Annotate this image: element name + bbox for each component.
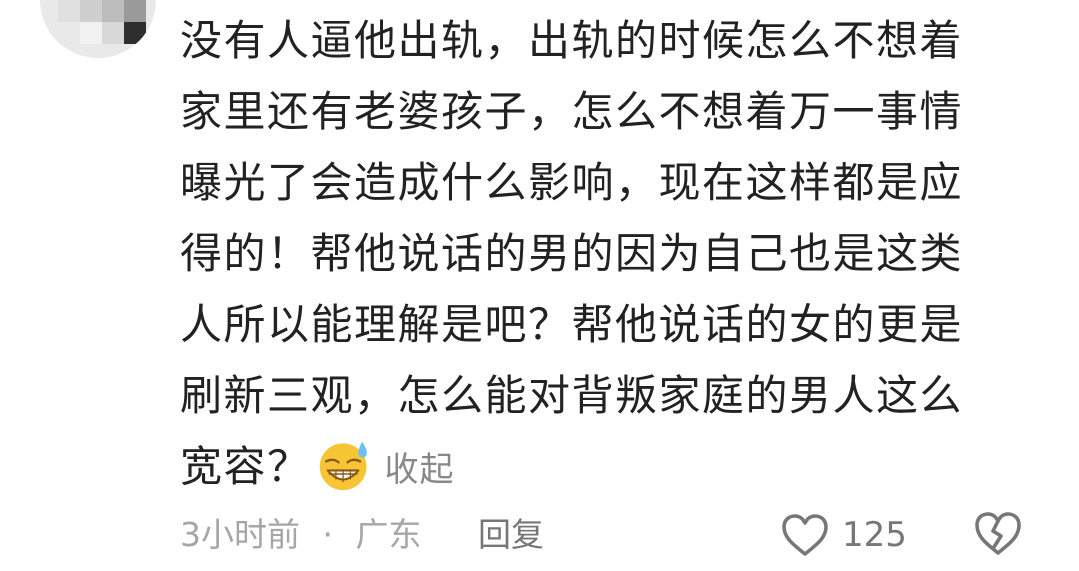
comment-line: 曝光了会造成什么影响，现在这样都是应 <box>180 158 964 207</box>
dislike-button[interactable] <box>973 509 1023 559</box>
avatar-pixel <box>80 22 102 44</box>
avatar-pixel <box>124 22 146 44</box>
comment-last-line: 宽容？ 收起 <box>180 431 1040 502</box>
location: 广东 <box>355 515 422 554</box>
collapse-button[interactable]: 收起 <box>385 450 455 490</box>
avatar-pixel <box>58 0 80 22</box>
avatar[interactable] <box>40 0 156 58</box>
avatar-pixel <box>80 0 102 22</box>
comment-meta: 3小时前 · 广东 回复 <box>180 512 544 558</box>
avatar-pixel <box>102 22 124 44</box>
comment-line: 宽容？ <box>180 442 311 491</box>
like-count: 125 <box>842 515 907 555</box>
comment-body: 没有人逼他出轨，出轨的时候怎么不想着 家里还有老婆孩子，怎么不想着万一事情 曝光… <box>180 5 1040 502</box>
comment-line: 得的！帮他说话的男的因为自己也是这类 <box>180 229 964 278</box>
comment-line: 没有人逼他出轨，出轨的时候怎么不想着 <box>180 16 964 65</box>
comment-line: 刷新三观，怎么能对背叛家庭的男人这么 <box>180 371 964 420</box>
avatar-pixel <box>124 0 146 22</box>
comment-line: 人所以能理解是吧？帮他说话的女的更是 <box>180 300 964 349</box>
grinning-sweat-emoji-icon <box>319 441 367 491</box>
like-button[interactable]: 125 <box>780 509 907 561</box>
reply-button[interactable]: 回复 <box>478 515 544 554</box>
meta-separator: · <box>322 515 334 554</box>
comment-line: 家里还有老婆孩子，怎么不想着万一事情 <box>180 87 964 136</box>
timestamp: 3小时前 <box>180 515 300 554</box>
broken-heart-icon <box>975 512 1021 555</box>
avatar-pixel <box>102 0 124 22</box>
heart-outline-icon <box>782 514 828 556</box>
